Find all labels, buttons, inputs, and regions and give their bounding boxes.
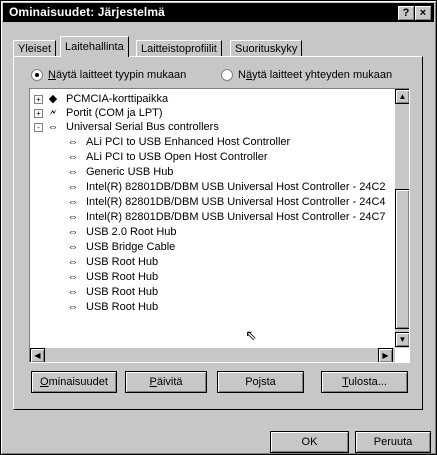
tree-item-usb-device[interactable]: USB Root Hub [86,285,158,299]
tab-device-manager[interactable]: Laitehallinta [60,36,129,57]
scroll-up-arrow-icon[interactable]: ▲ [395,89,409,104]
usb-device-icon: ⇔ [67,136,79,148]
vertical-scrollbar[interactable]: ▲ ▼ [395,89,409,348]
expand-toggle[interactable]: + [34,109,43,118]
close-button[interactable]: × [414,5,432,21]
tree-item-ports[interactable]: Portit (COM ja LPT) [66,106,163,120]
radio-by-type-label: äytä laitteet tyypin mukaan [55,69,187,81]
refresh-button-label: äivitä [156,376,183,388]
tree-item-usb-device[interactable]: Intel(R) 82801DB/DBM USB Universal Host … [86,210,386,224]
radio-view-by-type[interactable]: Näytä laitteet tyypin mukaan [31,68,186,82]
horizontal-scrollbar[interactable]: ◀ ▶ [30,348,395,362]
properties-button[interactable]: Ominaisuudet [31,371,117,393]
device-tree[interactable]: + ◆ PCMCIA-korttipaikka + 🗲 Portit (COM … [29,88,410,363]
usb-icon: ⇔ [47,121,59,133]
radio-by-type-access-key: N [48,69,56,81]
tree-item-usb-device[interactable]: USB Root Hub [86,270,158,284]
usb-device-icon: ⇔ [67,196,79,208]
tree-item-usb-device[interactable]: Intel(R) 82801DB/DBM USB Universal Host … [86,180,386,194]
tree-item-usb-device[interactable]: USB Root Hub [86,300,158,314]
properties-button-label: minaisuudet [48,376,108,388]
window-title: Ominaisuudet: Järjestelmä [9,5,165,19]
properties-access-key: O [40,376,49,388]
scroll-right-arrow-icon[interactable]: ▶ [378,348,393,362]
tree-item-usb-device[interactable]: USB Bridge Cable [86,240,175,254]
radio-by-connection-label: ytä laitteet yhteyden mukaan [252,69,393,81]
usb-device-icon: ⇔ [67,166,79,178]
usb-device-icon: ⇔ [67,286,79,298]
usb-device-icon: ⇔ [67,151,79,163]
radio-view-by-connection[interactable]: Näytä laitteet yhteyden mukaan [221,68,392,82]
tree-item-usb-device[interactable]: USB 2.0 Root Hub [86,225,177,239]
remove-button-label: Pojsta [245,376,276,388]
mouse-cursor-icon: ⇖ [245,327,257,343]
refresh-access-key: P [149,376,157,388]
print-button[interactable]: Tulosta... [321,371,408,393]
usb-device-icon: ⇔ [67,256,79,268]
pcmcia-slot-icon: ◆ [48,93,58,105]
title-bar[interactable]: Ominaisuudet: Järjestelmä ? × [3,3,434,22]
expand-toggle[interactable]: + [34,95,43,104]
tree-item-usb-device[interactable]: ALi PCI to USB Open Host Controller [86,150,268,164]
port-icon: 🗲 [49,107,57,119]
scroll-left-arrow-icon[interactable]: ◀ [30,348,45,362]
refresh-button[interactable]: Päivitä [125,371,207,393]
tree-item-usb-device[interactable]: ALi PCI to USB Enhanced Host Controller [86,135,290,149]
usb-device-icon: ⇔ [67,271,79,283]
tree-item-usb-device[interactable]: Generic USB Hub [86,165,173,179]
tab-performance[interactable]: Suorituskyky [230,40,303,57]
system-properties-dialog: Ominaisuudet: Järjestelmä ? × Yleiset La… [0,0,437,455]
print-button-label: ulosta... [348,376,387,388]
tab-general[interactable]: Yleiset [13,40,57,57]
tree-item-usb-device[interactable]: Intel(R) 82801DB/DBM USB Universal Host … [86,195,386,209]
tree-item-pcmcia[interactable]: PCMCIA-korttipaikka [66,92,168,106]
collapse-toggle[interactable]: - [34,123,43,132]
scroll-thumb[interactable] [395,189,409,329]
scroll-down-arrow-icon[interactable]: ▼ [395,332,409,347]
remove-button[interactable]: Pojsta [217,371,304,393]
usb-device-icon: ⇔ [67,211,79,223]
tab-hardware-profiles[interactable]: Laitteistoprofiilit [136,40,222,57]
cancel-button[interactable]: Peruuta [355,431,431,453]
radio-dot[interactable] [221,69,233,82]
usb-device-icon: ⇔ [67,226,79,238]
radio-by-connection-prefix: N [238,69,246,81]
ok-button[interactable]: OK [270,431,349,453]
usb-device-icon: ⇔ [67,301,79,313]
help-button[interactable]: ? [397,5,415,21]
tree-item-usb-controllers[interactable]: Universal Serial Bus controllers [66,120,219,134]
tree-item-usb-device[interactable]: USB Root Hub [86,255,158,269]
radio-dot-selected[interactable] [31,69,43,82]
usb-device-icon: ⇔ [67,181,79,193]
usb-device-icon: ⇔ [67,241,79,253]
